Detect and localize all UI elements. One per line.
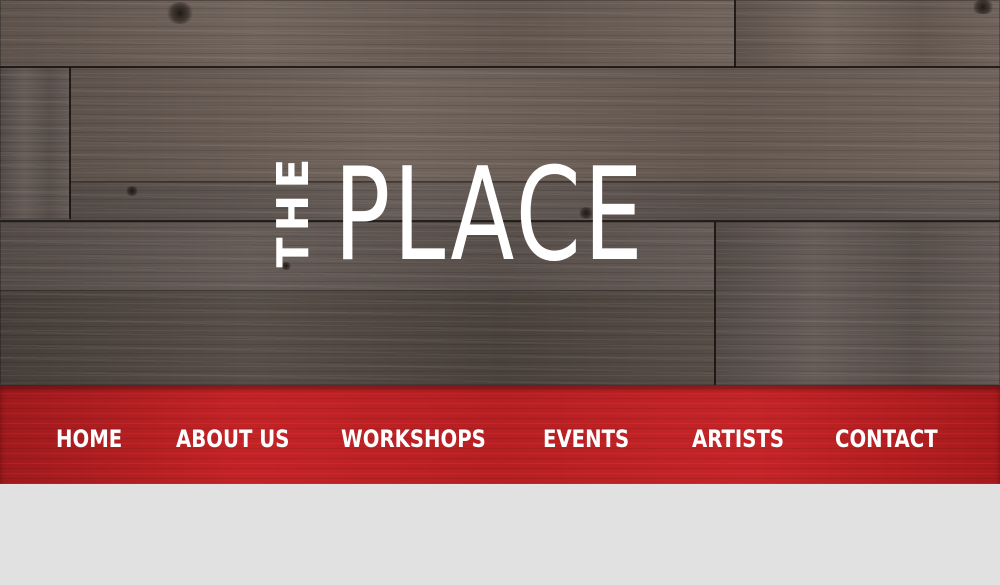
plank-seam <box>0 66 1000 68</box>
wood-plank <box>715 222 1000 385</box>
nav-home[interactable]: HOME <box>56 385 122 484</box>
nav-contact[interactable]: CONTACT <box>835 385 938 484</box>
nav-artists[interactable]: ARTISTS <box>692 385 784 484</box>
nav-events[interactable]: EVENTS <box>543 385 629 484</box>
header-banner: THE PLACE <box>0 0 1000 390</box>
wood-knot <box>165 2 195 24</box>
nav-workshops[interactable]: WORKSHOPS <box>341 385 486 484</box>
wood-plank <box>0 290 715 385</box>
plank-seam <box>714 222 716 385</box>
wood-knot <box>125 186 139 196</box>
wood-knot <box>970 0 996 14</box>
plank-seam <box>734 0 736 67</box>
wood-plank <box>0 0 735 67</box>
wood-plank <box>0 67 70 219</box>
nav-about-us[interactable]: ABOUT US <box>176 385 289 484</box>
plank-seam <box>69 67 71 219</box>
main-nav: HOME ABOUT US WORKSHOPS EVENTS ARTISTS C… <box>0 385 1000 484</box>
site-logo[interactable]: THE PLACE <box>268 152 678 280</box>
page: THE PLACE HOME ABOUT US WORKSHOPS EVENTS… <box>0 0 1000 585</box>
wood-plank <box>735 0 1000 67</box>
content-area <box>0 484 1000 585</box>
logo-the-text: THE <box>268 152 319 268</box>
logo-place-text: PLACE <box>334 141 646 290</box>
